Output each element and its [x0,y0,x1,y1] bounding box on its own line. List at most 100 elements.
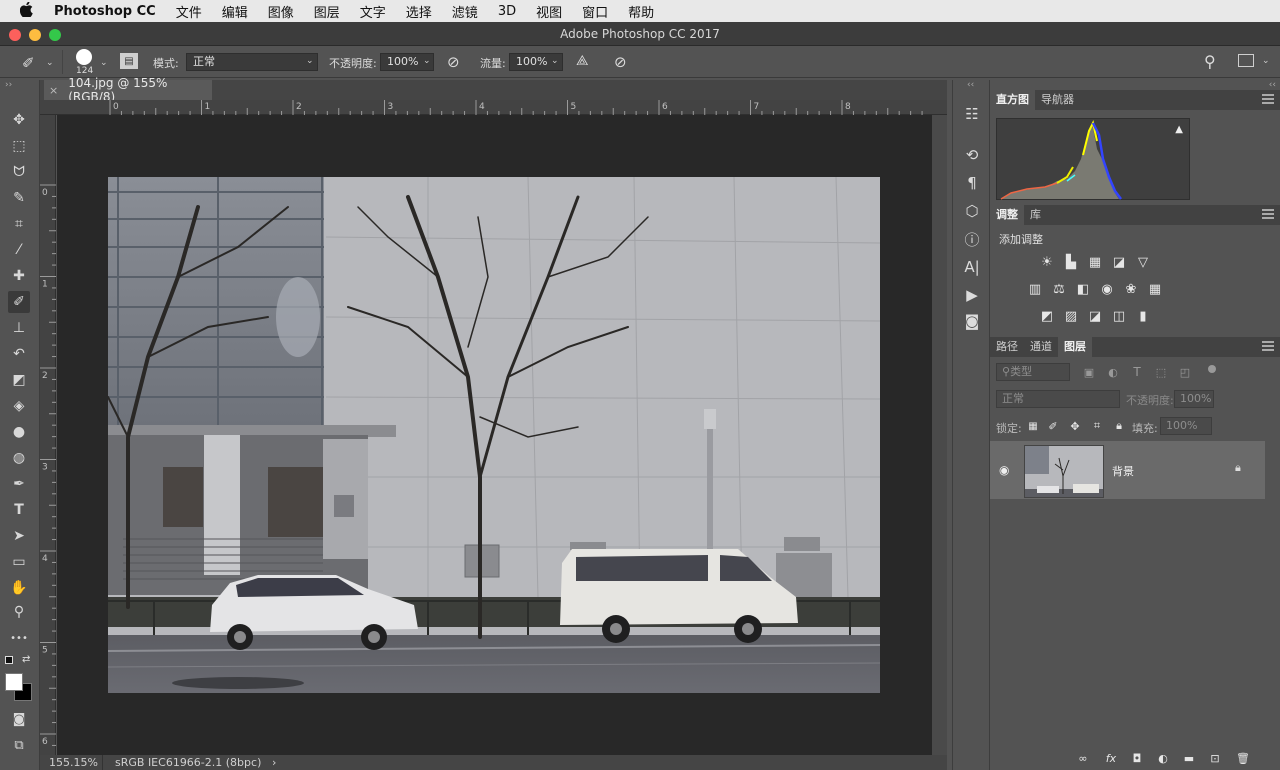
collapse-arrows-icon[interactable]: ›› [5,80,12,90]
chevron-down-icon[interactable]: ⌄ [1262,56,1270,66]
app-menu[interactable]: Photoshop CC [54,4,156,19]
curves-icon[interactable]: ▦ [1086,254,1104,270]
marquee-tool-icon[interactable]: ⬚ [8,135,30,157]
actions-play-icon[interactable]: ▶ [961,284,983,306]
layer-opacity-field[interactable]: 100% [1174,390,1214,408]
new-adjustment-layer-icon[interactable]: ◐ [1154,750,1172,766]
posterize-icon[interactable]: ▨ [1062,308,1080,324]
menu-layer[interactable]: 图层 [314,2,340,21]
hand-tool-icon[interactable]: ✋ [8,577,30,599]
history-brush-tool-icon[interactable]: ↶ [8,343,30,365]
menu-type[interactable]: 文字 [360,2,386,21]
eyedropper-tool-icon[interactable]: ⁄ [8,239,30,261]
type-filter-icon[interactable]: T [1128,364,1146,380]
add-mask-icon[interactable]: ◘ [1128,750,1146,766]
trash-icon[interactable]: 🗑︎ [1234,750,1252,766]
threshold-icon[interactable]: ◪ [1086,308,1104,324]
link-layers-icon[interactable]: ∞ [1074,750,1092,766]
workspace-icon[interactable] [1238,54,1254,67]
layer-lock-icon[interactable]: 🔒︎ [1235,461,1241,475]
smart-object-filter-icon[interactable]: ◰ [1176,364,1194,380]
document-image[interactable] [108,177,880,693]
lock-transparency-icon[interactable]: ▦ [1024,418,1042,434]
airbrush-icon[interactable]: ⟁ [576,53,589,69]
healing-brush-tool-icon[interactable]: ✚ [8,265,30,287]
paragraph-icon[interactable]: ¶ [961,172,983,194]
search-icon[interactable]: ⚲ [1204,52,1216,71]
chevron-down-icon[interactable]: ⌄ [423,56,431,66]
info-icon[interactable]: ⓘ [961,228,983,250]
eraser-tool-icon[interactable]: ◩ [8,369,30,391]
tab-adjustments[interactable]: 调整 [990,205,1024,225]
swap-colors-icon[interactable]: ⇄ [22,654,30,665]
channel-mixer-icon[interactable]: ❀ [1122,281,1140,297]
lock-all-icon[interactable]: 🔒︎ [1110,418,1128,434]
color-balance-icon[interactable]: ⚖ [1050,281,1068,297]
shape-filter-icon[interactable]: ⬚ [1152,364,1170,380]
eye-icon[interactable]: ◉ [999,463,1009,477]
3d-cube-icon[interactable]: ⬡ [961,200,983,222]
pen-tool-icon[interactable]: ✒ [8,473,30,495]
tab-paths[interactable]: 路径 [990,337,1024,357]
selective-color-icon[interactable]: ◫ [1110,308,1128,324]
crop-tool-icon[interactable]: ⌗ [8,213,30,235]
menu-help[interactable]: 帮助 [628,2,654,21]
exposure-icon[interactable]: ◪ [1110,254,1128,270]
menu-edit[interactable]: 编辑 [222,2,248,21]
menu-view[interactable]: 视图 [536,2,562,21]
status-menu-arrow[interactable]: › [272,756,276,769]
lock-position-icon[interactable]: ✥ [1066,418,1084,434]
clone-stamp-tool-icon[interactable]: ⊥ [8,317,30,339]
new-group-icon[interactable]: ▬ [1180,750,1198,766]
close-tab-icon[interactable]: × [49,84,58,97]
quick-select-tool-icon[interactable]: ✎ [8,187,30,209]
brush-tool-icon[interactable]: ✐ [8,291,30,313]
menu-image[interactable]: 图像 [268,2,294,21]
menu-select[interactable]: 选择 [406,2,432,21]
zoom-level[interactable]: 155.15% [49,756,98,769]
fx-icon[interactable]: fx [1102,750,1120,766]
vibrance-icon[interactable]: ▽ [1134,254,1152,270]
invert-icon[interactable]: ◩ [1038,308,1056,324]
gradient-map-icon[interactable]: ▮ [1134,308,1152,324]
tab-channels[interactable]: 通道 [1024,337,1058,357]
menu-window[interactable]: 窗口 [582,2,608,21]
layer-name[interactable]: 背景 [1112,463,1134,479]
new-layer-icon[interactable]: ⊡ [1206,750,1224,766]
layer-filter-select[interactable]: ⚲类型 [996,363,1070,381]
menu-filter[interactable]: 滤镜 [452,2,478,21]
menu-3d[interactable]: 3D [498,4,516,19]
fill-field[interactable]: 100% [1160,417,1212,435]
warning-icon[interactable]: ▲ [1175,124,1183,135]
tab-layers[interactable]: 图层 [1058,337,1092,357]
tab-histogram[interactable]: 直方图 [990,90,1035,110]
document-tab[interactable]: × 104.jpg @ 155%(RGB/8) [44,76,212,104]
tab-library[interactable]: 库 [1024,205,1047,225]
filter-toggle[interactable] [1208,365,1216,373]
lock-image-icon[interactable]: ✐ [1044,418,1062,434]
history-icon[interactable]: ⟲ [961,144,983,166]
chevron-down-icon[interactable]: ⌄ [551,56,559,66]
more-tools-icon[interactable]: ••• [8,627,30,649]
panel-menu-icon[interactable] [1262,341,1274,351]
type-tool-icon[interactable]: T [8,499,30,521]
lock-artboard-icon[interactable]: ⌗ [1088,418,1106,434]
collapse-arrows-icon[interactable]: ‹‹ [1269,80,1276,90]
pixel-filter-icon[interactable]: ▣ [1080,364,1098,380]
paint-bucket-tool-icon[interactable]: ◈ [8,395,30,417]
rectangle-tool-icon[interactable]: ▭ [8,551,30,573]
pressure-opacity-icon[interactable]: ⊘ [447,53,460,71]
brightness-contrast-icon[interactable]: ☀ [1038,254,1056,270]
brush-tip-preview[interactable] [76,49,92,65]
tab-navigator[interactable]: 导航器 [1035,90,1080,110]
zoom-tool-icon[interactable]: ⚲ [8,601,30,623]
mode-select[interactable]: 正常 [186,53,318,71]
properties-icon[interactable]: ☷ [961,103,983,125]
layer-row[interactable]: ◉ 背景 🔒︎ [990,441,1265,499]
default-colors-icon[interactable] [5,656,13,664]
chevron-down-icon[interactable]: ⌄ [100,58,108,68]
canvas-area[interactable] [57,115,932,755]
character-icon[interactable]: A| [961,256,983,278]
lasso-tool-icon[interactable]: ᗢ [8,161,30,183]
color-lookup-icon[interactable]: ▦ [1146,281,1164,297]
